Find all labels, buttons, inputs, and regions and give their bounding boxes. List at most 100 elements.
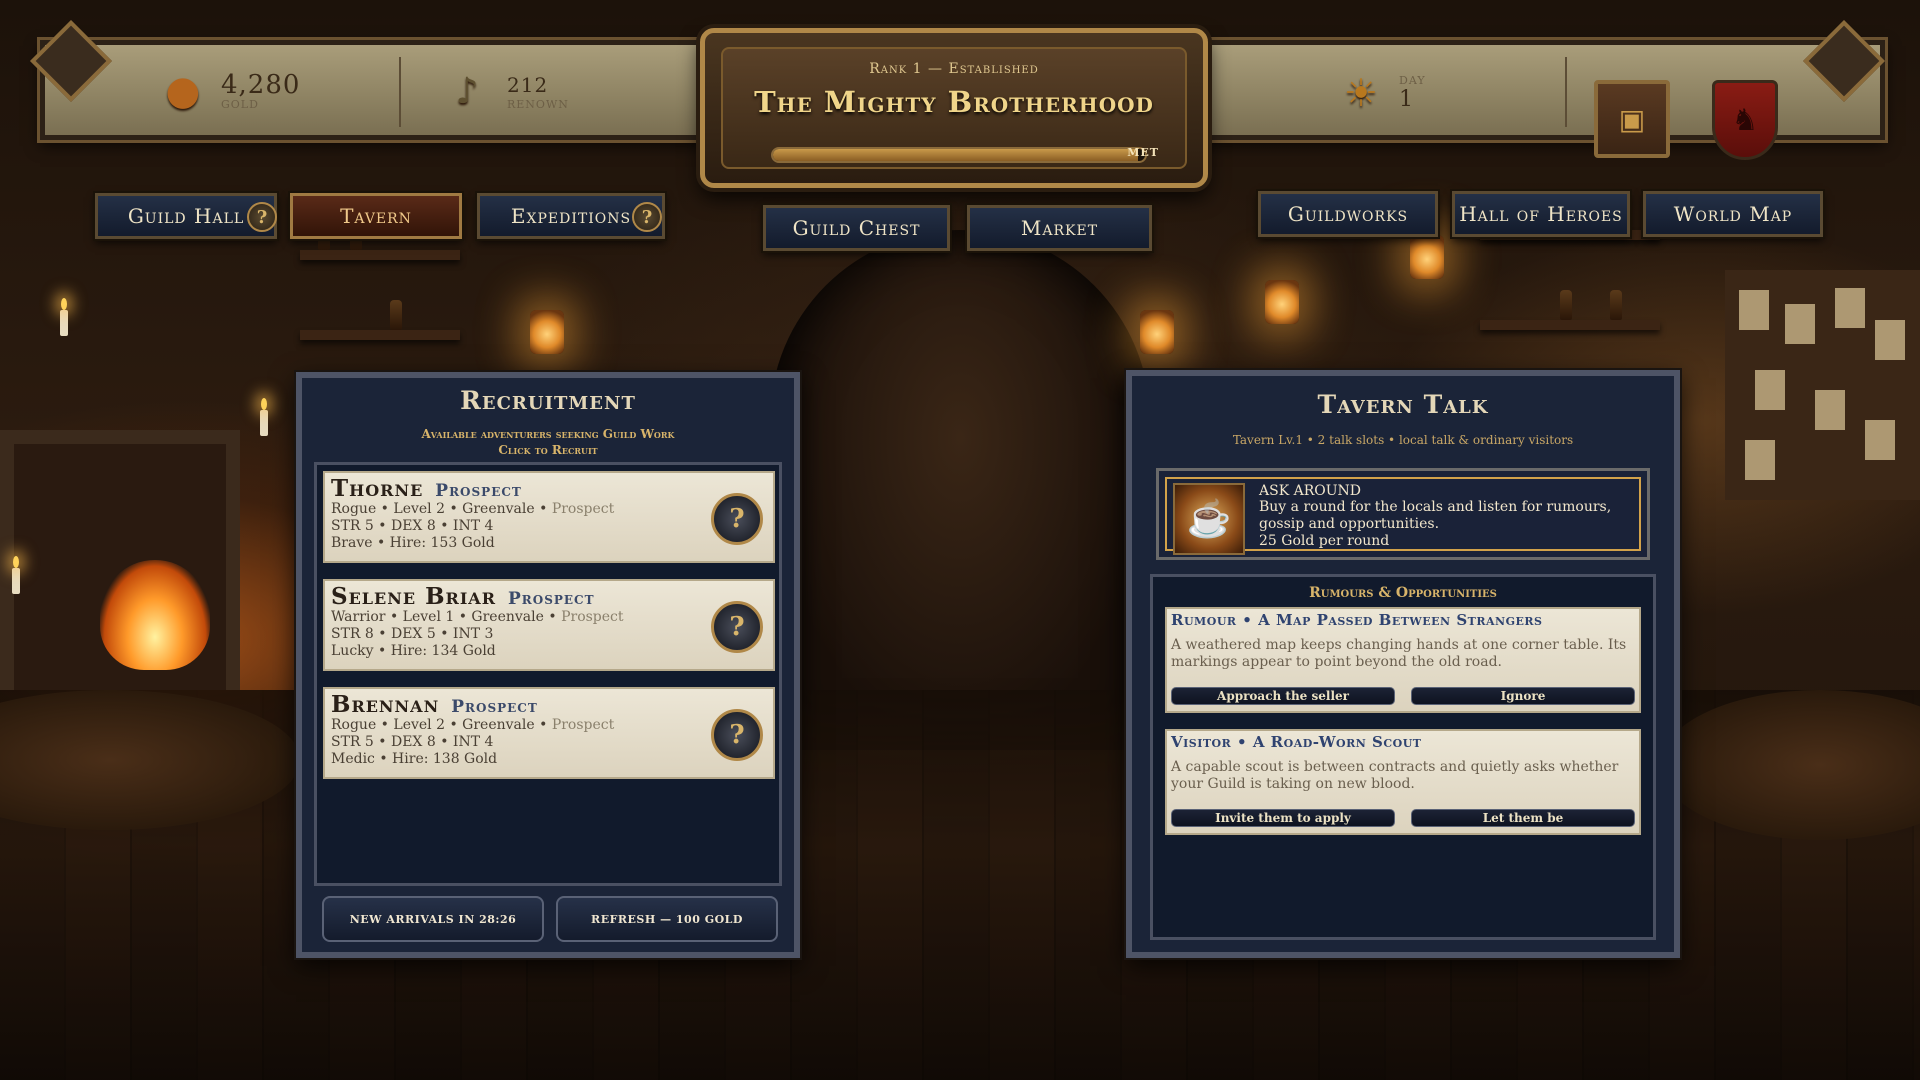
recruit-class: Rogue • Level 2 • Greenvale • [331, 717, 552, 733]
day-value: 1 [1399, 86, 1414, 112]
recruit-tag: Prospect [435, 481, 522, 501]
nav-guild-chest[interactable]: Guild Chest [763, 205, 950, 251]
ask-around-desc: Buy a round for the locals and listen fo… [1259, 499, 1612, 532]
recruitment-subtitle: Available adventurers seeking Guild Work [421, 427, 675, 441]
expeditions-help-icon[interactable]: ? [632, 202, 662, 232]
guild-hall-help-icon[interactable]: ? [247, 202, 277, 232]
bottle [1610, 290, 1622, 320]
recruit-name: Thorne [331, 475, 424, 502]
rumours-heading: Rumours & Opportunities [1309, 585, 1497, 601]
ask-around-frame: ☕ ASK AROUND Buy a round for the locals … [1165, 477, 1641, 555]
portrait-unknown-icon: ? [711, 493, 763, 545]
nav-market[interactable]: Market [967, 205, 1152, 251]
nav-hall-of-heroes[interactable]: Hall of Heroes [1452, 191, 1630, 237]
guild-progress-fill [773, 149, 1138, 161]
lyre-icon: ♪ [455, 70, 479, 112]
back-archway [770, 230, 1150, 750]
nav-guildworks[interactable]: Guildworks [1258, 191, 1438, 237]
recruit-card[interactable]: Selene Briar Prospect Warrior • Level 1 •… [323, 579, 775, 671]
tavern-talk-subtitle: Tavern Lv.1 • 2 talk slots • local talk … [1232, 433, 1574, 447]
candle [60, 298, 68, 336]
nav-guild-hall-label: Guild Hall [127, 204, 245, 228]
recruit-trait-hire: Medic • Hire: 138 Gold [331, 751, 498, 767]
refresh-recruits-button[interactable]: Refresh — 100 Gold [556, 896, 778, 942]
nav-guildworks-label: Guildworks [1287, 202, 1409, 226]
shelf [300, 330, 460, 340]
divider [1565, 57, 1567, 127]
portrait-unknown-icon: ? [711, 601, 763, 653]
recruit-name: Brennan [331, 691, 440, 718]
nav-world-map-label: World Map [1673, 202, 1793, 226]
nav-world-map[interactable]: World Map [1643, 191, 1823, 237]
recruit-stats: STR 5 • DEX 8 • INT 4 [331, 734, 494, 750]
shelf [1480, 320, 1660, 330]
ale-mug-icon: ☕ [1173, 483, 1245, 555]
bottle [1560, 290, 1572, 320]
recruit-stats: STR 8 • DEX 5 • INT 3 [331, 626, 494, 642]
nav-market-label: Market [1020, 216, 1099, 240]
nav-tavern[interactable]: Tavern [290, 193, 462, 239]
notice [1865, 420, 1895, 460]
candle [260, 398, 268, 436]
new-arrivals-timer[interactable]: New arrivals in 28:26 [322, 896, 544, 942]
rumour-title: Rumour • A Map Passed Between Strangers [1171, 611, 1543, 629]
rumour-card: Rumour • A Map Passed Between Strangers … [1165, 607, 1641, 713]
hanging-lantern [530, 310, 564, 354]
notice [1755, 370, 1785, 410]
notice [1835, 288, 1865, 328]
recruit-status: Prospect [551, 501, 615, 517]
candle [12, 556, 20, 594]
recruit-class-line: Rogue • Level 2 • Greenvale • Prospect [331, 717, 614, 733]
notice [1739, 290, 1769, 330]
tavern-talk-panel: Tavern Talk Tavern Lv.1 • 2 talk slots •… [1124, 368, 1682, 960]
approach-seller-button[interactable]: Approach the seller [1171, 687, 1395, 705]
day-counter: ☀ DAY 1 [1333, 65, 1426, 121]
notice [1745, 440, 1775, 480]
hanging-lantern [1140, 310, 1174, 354]
recruit-status: Prospect [561, 609, 624, 625]
lion-shield-icon[interactable]: ♞ [1712, 80, 1778, 160]
divider [399, 57, 401, 127]
guild-progress-bar [771, 147, 1147, 163]
ignore-button[interactable]: Ignore [1411, 687, 1635, 705]
recruit-card[interactable]: Thorne Prospect Rogue • Level 2 • Greenva… [323, 471, 775, 563]
recruitment-panel: Recruitment Available adventurers seekin… [294, 370, 802, 960]
ask-around-text: Buy a round for the locals and listen fo… [1259, 499, 1649, 550]
notice [1875, 320, 1905, 360]
invite-to-apply-button[interactable]: Invite them to apply [1171, 809, 1395, 827]
recruit-class-line: Warrior • Level 1 • Greenvale • Prospect [331, 609, 624, 625]
tavern-talk-title: Tavern Talk [1317, 390, 1489, 419]
visitor-card: Visitor • A Road-Worn Scout A capable sc… [1165, 729, 1641, 835]
recruit-name-line: Brennan Prospect [331, 691, 538, 718]
book-icon[interactable]: ▣ [1594, 80, 1670, 158]
recruit-name: Selene Briar [331, 583, 497, 610]
notice-board [1725, 270, 1920, 500]
recruit-card[interactable]: Brennan Prospect Rogue • Level 2 • Greenv… [323, 687, 775, 779]
hanging-lantern [1410, 235, 1444, 279]
recruit-trait-hire: Brave • Hire: 153 Gold [331, 535, 495, 551]
shelf [300, 250, 460, 260]
recruit-class-line: Rogue • Level 2 • Greenvale • Prospect [331, 501, 614, 517]
guild-name: The Mighty Brotherhood [754, 85, 1154, 119]
recruit-class: Rogue • Level 2 • Greenvale • [331, 501, 552, 517]
guild-nameplate: Rank 1 — Established The Mighty Brotherh… [700, 28, 1208, 188]
recruit-status: Prospect [551, 717, 615, 733]
nav-hall-of-heroes-label: Hall of Heroes [1459, 202, 1623, 226]
visitor-desc: A capable scout is between contracts and… [1171, 759, 1619, 792]
recruit-list: Thorne Prospect Rogue • Level 2 • Greenva… [314, 462, 782, 886]
recruit-class: Warrior • Level 1 • Greenvale • [331, 609, 562, 625]
nav-tavern-label: Tavern [340, 204, 412, 228]
rumours-box: Rumours & Opportunities Rumour • A Map P… [1150, 574, 1656, 940]
let-them-be-button[interactable]: Let them be [1411, 809, 1635, 827]
renown-counter: ♪ 212 RENOWN [439, 63, 569, 119]
guild-rank: Rank 1 — Established [869, 61, 1039, 77]
recruit-stats: STR 5 • DEX 8 • INT 4 [331, 518, 494, 534]
ask-around-title: ASK AROUND [1259, 483, 1362, 499]
recruit-tag: Prospect [451, 697, 538, 717]
portrait-unknown-icon: ? [711, 709, 763, 761]
fire-glow [100, 560, 210, 670]
recruit-name-line: Thorne Prospect [331, 475, 522, 502]
recruit-trait-hire: Lucky • Hire: 134 Gold [331, 643, 496, 659]
coin-pile-icon: ● [165, 68, 201, 114]
ask-around-action[interactable]: ☕ ASK AROUND Buy a round for the locals … [1156, 468, 1650, 560]
